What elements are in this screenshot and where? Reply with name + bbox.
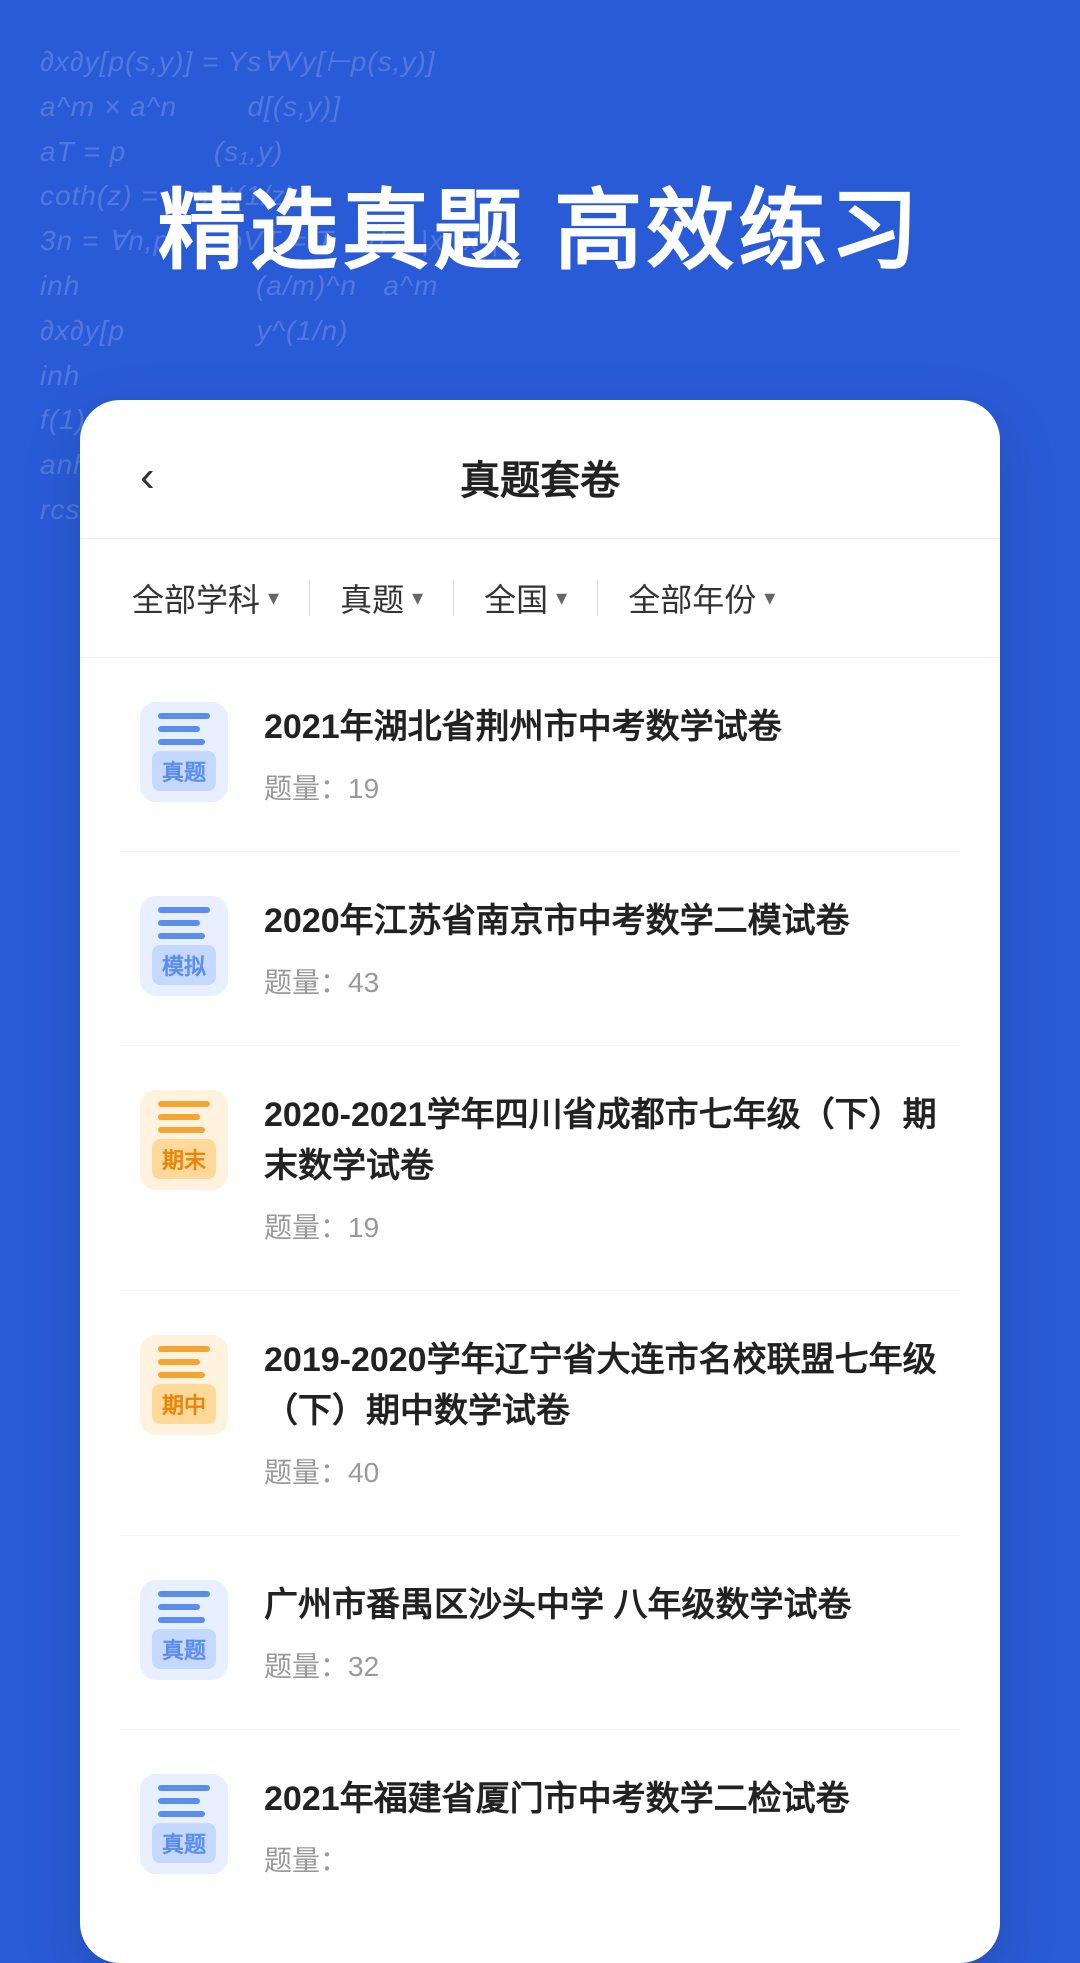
content-card: ‹ 真题套卷 全部学科 ▾ 真题 ▾ 全国 ▾ 全部年份 ▾ [80, 400, 1000, 1963]
filter-subject-label: 全部学科 [132, 575, 260, 621]
question-count-label: 题量： [264, 1457, 348, 1488]
badge-qizhong: 期中 [140, 1335, 228, 1435]
badge-line-2 [158, 920, 200, 926]
badge-zhenti: 真题 [140, 1580, 228, 1680]
filter-year-arrow: ▾ [764, 585, 775, 611]
question-count-label: 题量： [264, 1212, 348, 1243]
item-meta: 题量：19 [264, 767, 940, 807]
question-count-label: 题量： [264, 773, 348, 804]
question-count-label: 题量： [264, 967, 348, 998]
question-count: 43 [348, 967, 379, 998]
list-item[interactable]: 真题 2021年福建省厦门市中考数学二检试卷 题量： [120, 1730, 960, 1923]
badge-label: 真题 [152, 751, 216, 791]
item-title: 2020-2021学年四川省成都市七年级（下）期末数学试卷 [264, 1090, 940, 1192]
badge-line-1 [158, 1101, 210, 1107]
filter-year[interactable]: 全部年份 ▾ [608, 575, 795, 621]
filter-subject-arrow: ▾ [268, 585, 279, 611]
badge-icon [158, 1101, 210, 1133]
badge-zhenti: 真题 [140, 702, 228, 802]
list-item[interactable]: 期末 2020-2021学年四川省成都市七年级（下）期末数学试卷 题量：19 [120, 1046, 960, 1291]
badge-qimo: 期末 [140, 1090, 228, 1190]
badge-line-1 [158, 713, 210, 719]
item-content: 2019-2020学年辽宁省大连市名校联盟七年级（下）期中数学试卷 题量：40 [264, 1335, 940, 1491]
item-title: 2021年湖北省荆州市中考数学试卷 [264, 702, 940, 753]
exam-list: 真题 2021年湖北省荆州市中考数学试卷 题量：19 模拟 2020年江苏省南 [80, 658, 1000, 1923]
filter-divider-3 [597, 580, 598, 616]
badge-line-3 [158, 1127, 205, 1133]
badge-label: 真题 [152, 1823, 216, 1863]
filter-divider-1 [309, 580, 310, 616]
question-count-label: 题量： [264, 1845, 348, 1876]
item-title: 2020年江苏省南京市中考数学二模试卷 [264, 896, 940, 947]
filter-subject[interactable]: 全部学科 ▾ [132, 575, 299, 621]
item-meta: 题量：40 [264, 1451, 940, 1491]
item-meta: 题量： [264, 1839, 940, 1879]
badge-icon [158, 1346, 210, 1378]
page-title: 真题套卷 [460, 448, 620, 506]
question-count: 32 [348, 1651, 379, 1682]
question-count: 19 [348, 1212, 379, 1243]
badge-icon [158, 1591, 210, 1623]
item-title: 2019-2020学年辽宁省大连市名校联盟七年级（下）期中数学试卷 [264, 1335, 940, 1437]
badge-icon [158, 907, 210, 939]
badge-line-1 [158, 1785, 210, 1791]
badge-line-2 [158, 1359, 200, 1365]
question-count-label: 题量： [264, 1651, 348, 1682]
badge-line-1 [158, 1591, 210, 1597]
badge-line-3 [158, 1617, 205, 1623]
badge-label: 期中 [152, 1384, 216, 1424]
question-count: 40 [348, 1457, 379, 1488]
filter-region-label: 全国 [484, 575, 548, 621]
filter-type-label: 真题 [340, 575, 404, 621]
badge-line-1 [158, 1346, 210, 1352]
badge-moni: 模拟 [140, 896, 228, 996]
item-content: 2021年福建省厦门市中考数学二检试卷 题量： [264, 1774, 940, 1879]
list-item[interactable]: 真题 2021年湖北省荆州市中考数学试卷 题量：19 [120, 658, 960, 852]
badge-line-3 [158, 1811, 205, 1817]
badge-label: 模拟 [152, 945, 216, 985]
filter-type-arrow: ▾ [412, 585, 423, 611]
back-button[interactable]: ‹ [140, 452, 200, 502]
badge-line-3 [158, 1372, 205, 1378]
badge-line-2 [158, 1114, 200, 1120]
filter-year-label: 全部年份 [628, 575, 756, 621]
card-header: ‹ 真题套卷 [80, 400, 1000, 539]
filter-region[interactable]: 全国 ▾ [464, 575, 587, 621]
item-content: 2021年湖北省荆州市中考数学试卷 题量：19 [264, 702, 940, 807]
badge-icon [158, 713, 210, 745]
filter-region-arrow: ▾ [556, 585, 567, 611]
hero-title: 精选真题 高效练习 [0, 160, 1080, 287]
filter-type[interactable]: 真题 ▾ [320, 575, 443, 621]
badge-label: 期末 [152, 1139, 216, 1179]
item-content: 2020年江苏省南京市中考数学二模试卷 题量：43 [264, 896, 940, 1001]
item-content: 广州市番禺区沙头中学 八年级数学试卷 题量：32 [264, 1580, 940, 1685]
item-meta: 题量：43 [264, 961, 940, 1001]
item-title: 广州市番禺区沙头中学 八年级数学试卷 [264, 1580, 940, 1631]
list-item[interactable]: 真题 广州市番禺区沙头中学 八年级数学试卷 题量：32 [120, 1536, 960, 1730]
badge-line-2 [158, 1798, 200, 1804]
filter-divider-2 [453, 580, 454, 616]
list-item[interactable]: 期中 2019-2020学年辽宁省大连市名校联盟七年级（下）期中数学试卷 题量：… [120, 1291, 960, 1536]
item-meta: 题量：32 [264, 1645, 940, 1685]
item-title: 2021年福建省厦门市中考数学二检试卷 [264, 1774, 940, 1825]
badge-line-2 [158, 726, 200, 732]
question-count: 19 [348, 773, 379, 804]
badge-label: 真题 [152, 1629, 216, 1669]
filter-bar: 全部学科 ▾ 真题 ▾ 全国 ▾ 全部年份 ▾ [80, 539, 1000, 658]
item-meta: 题量：19 [264, 1206, 940, 1246]
list-item[interactable]: 模拟 2020年江苏省南京市中考数学二模试卷 题量：43 [120, 852, 960, 1046]
badge-zhenti: 真题 [140, 1774, 228, 1874]
item-content: 2020-2021学年四川省成都市七年级（下）期末数学试卷 题量：19 [264, 1090, 940, 1246]
badge-line-1 [158, 907, 210, 913]
badge-line-3 [158, 933, 205, 939]
badge-line-3 [158, 739, 205, 745]
badge-icon [158, 1785, 210, 1817]
badge-line-2 [158, 1604, 200, 1610]
